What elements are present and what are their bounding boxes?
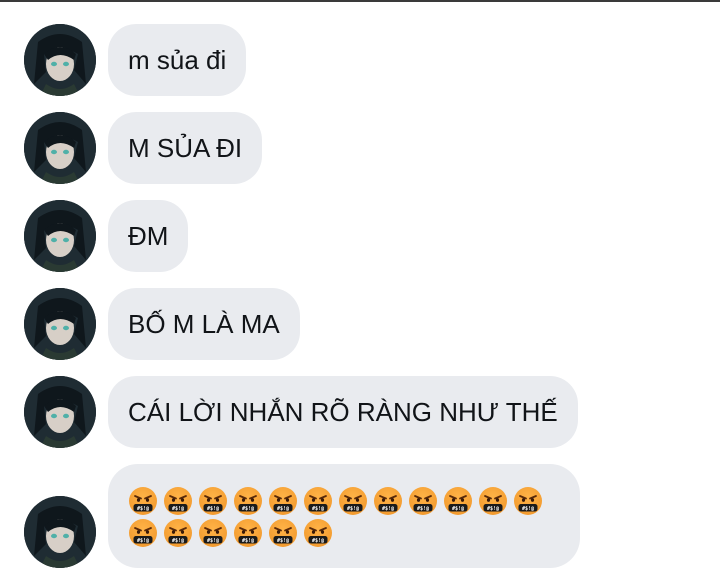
svg-text:#$!@: #$!@ bbox=[312, 538, 324, 544]
message-bubble[interactable]: ĐM bbox=[108, 200, 189, 272]
avatar-image bbox=[24, 288, 96, 360]
svg-text:#$!@: #$!@ bbox=[242, 506, 254, 512]
face-with-symbols-on-mouth-icon: #$!@ bbox=[163, 518, 193, 548]
avatar[interactable] bbox=[24, 200, 96, 272]
message-text: BỐ M LÀ MA bbox=[128, 309, 280, 339]
svg-text:#$!@: #$!@ bbox=[417, 506, 429, 512]
face-with-symbols-on-mouth-icon: #$!@ bbox=[128, 518, 158, 548]
face-with-symbols-on-mouth-icon: #$!@ bbox=[233, 518, 263, 548]
avatar[interactable] bbox=[24, 496, 96, 568]
emoji-row: #$!@ #$!@ #$!@ #$!@ #$!@ #$!@ #$!@ #$!@ #$!@ #$!@… bbox=[128, 486, 562, 516]
svg-text:#$!@: #$!@ bbox=[172, 506, 184, 512]
avatar[interactable] bbox=[24, 24, 96, 96]
avatar[interactable] bbox=[24, 112, 96, 184]
svg-text:#$!@: #$!@ bbox=[522, 506, 534, 512]
avatar[interactable] bbox=[24, 376, 96, 448]
face-with-symbols-on-mouth-icon: #$!@ bbox=[233, 486, 263, 516]
svg-text:#$!@: #$!@ bbox=[242, 538, 254, 544]
svg-text:#$!@: #$!@ bbox=[277, 506, 289, 512]
message-bubble[interactable]: CÁI LỜI NHẮN RÕ RÀNG NHƯ THẾ bbox=[108, 376, 578, 448]
emoji-message-bubble[interactable]: #$!@ #$!@ #$!@ #$!@ #$!@ #$!@ #$!@ #$!@ #$!@ #$!@… bbox=[108, 464, 580, 568]
face-with-symbols-on-mouth-icon: #$!@ bbox=[198, 518, 228, 548]
face-with-symbols-on-mouth-icon: #$!@ bbox=[478, 486, 508, 516]
svg-text:#$!@: #$!@ bbox=[382, 506, 394, 512]
svg-text:#$!@: #$!@ bbox=[487, 506, 499, 512]
svg-text:#$!@: #$!@ bbox=[452, 506, 464, 512]
message-text: m sủa đi bbox=[128, 45, 227, 75]
svg-text:#$!@: #$!@ bbox=[207, 506, 219, 512]
svg-text:#$!@: #$!@ bbox=[172, 538, 184, 544]
face-with-symbols-on-mouth-icon: #$!@ bbox=[303, 486, 333, 516]
face-with-symbols-on-mouth-icon: #$!@ bbox=[268, 486, 298, 516]
svg-text:#$!@: #$!@ bbox=[137, 538, 149, 544]
svg-text:#$!@: #$!@ bbox=[277, 538, 289, 544]
message-bubble[interactable]: M SỦA ĐI bbox=[108, 112, 263, 184]
message-text: CÁI LỜI NHẮN RÕ RÀNG NHƯ THẾ bbox=[128, 397, 558, 427]
face-with-symbols-on-mouth-icon: #$!@ bbox=[198, 486, 228, 516]
avatar-image bbox=[24, 376, 96, 448]
face-with-symbols-on-mouth-icon: #$!@ bbox=[408, 486, 438, 516]
avatar-image bbox=[24, 24, 96, 96]
emoji-row: #$!@ #$!@ #$!@ #$!@ #$!@ #$!@ bbox=[128, 518, 562, 548]
message-text: M SỦA ĐI bbox=[128, 133, 243, 163]
avatar-image bbox=[24, 112, 96, 184]
message-text: ĐM bbox=[128, 221, 169, 251]
svg-text:#$!@: #$!@ bbox=[347, 506, 359, 512]
avatar-image bbox=[24, 200, 96, 272]
face-with-symbols-on-mouth-icon: #$!@ bbox=[303, 518, 333, 548]
avatar[interactable] bbox=[24, 288, 96, 360]
svg-text:#$!@: #$!@ bbox=[207, 538, 219, 544]
message-bubble[interactable]: BỐ M LÀ MA bbox=[108, 288, 300, 360]
message-bubble[interactable]: m sủa đi bbox=[108, 24, 247, 96]
svg-text:#$!@: #$!@ bbox=[312, 506, 324, 512]
svg-text:#$!@: #$!@ bbox=[137, 506, 149, 512]
avatar-image bbox=[24, 496, 96, 568]
top-border bbox=[0, 0, 720, 2]
face-with-symbols-on-mouth-icon: #$!@ bbox=[268, 518, 298, 548]
face-with-symbols-on-mouth-icon: #$!@ bbox=[128, 486, 158, 516]
face-with-symbols-on-mouth-icon: #$!@ bbox=[373, 486, 403, 516]
face-with-symbols-on-mouth-icon: #$!@ bbox=[163, 486, 193, 516]
face-with-symbols-on-mouth-icon: #$!@ bbox=[513, 486, 543, 516]
face-with-symbols-on-mouth-icon: #$!@ bbox=[443, 486, 473, 516]
face-with-symbols-on-mouth-icon: #$!@ bbox=[338, 486, 368, 516]
